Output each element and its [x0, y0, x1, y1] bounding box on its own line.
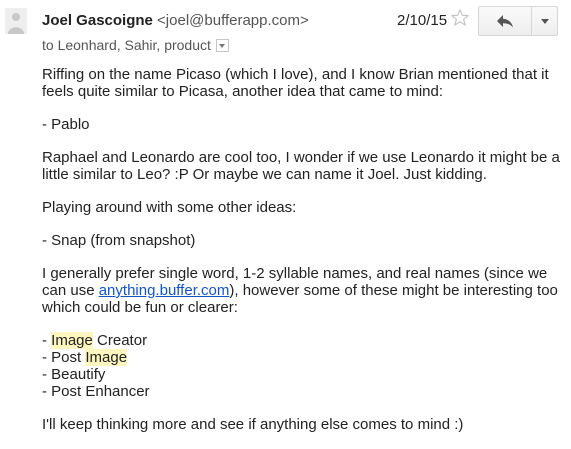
anything-buffer-link[interactable]: anything.buffer.com — [99, 282, 230, 299]
paragraph-intro: Riffing on the name Picaso (which I love… — [42, 66, 549, 100]
avatar — [5, 8, 27, 34]
message-date: 2/10/15 — [397, 12, 448, 29]
paragraph-pablo: - Pablo — [42, 116, 90, 133]
highlighted-term: Image — [85, 349, 128, 366]
message-body: Riffing on the name Picaso (which I love… — [42, 66, 562, 449]
paragraph-preference: I generally prefer single word, 1-2 syll… — [42, 265, 562, 316]
chevron-down-icon — [540, 18, 549, 24]
paragraph-closing: I'll keep thinking more and see if anyth… — [42, 416, 464, 433]
list-item: - Post Image — [42, 349, 128, 366]
recipients-dropdown-icon[interactable] — [215, 38, 229, 52]
reply-button[interactable] — [479, 7, 532, 35]
recipients-text: to Leonhard, Sahir, product — [42, 37, 211, 53]
sender-name[interactable]: Joel Gascoigne — [42, 12, 153, 29]
paragraph-raphael: Raphael and Leonardo are cool too, I won… — [42, 149, 560, 183]
highlighted-term: Image — [51, 332, 93, 349]
sender-email: <joel@bufferapp.com> — [157, 12, 309, 29]
list-item: - Post Enhancer — [42, 383, 150, 400]
sender[interactable]: Joel Gascoigne <joel@bufferapp.com> — [42, 12, 309, 29]
paragraph-snap: - Snap (from snapshot) — [42, 232, 196, 249]
reply-icon — [497, 15, 513, 28]
avatar-placeholder-icon — [5, 8, 27, 34]
message-actions — [478, 6, 558, 36]
star-icon — [451, 9, 469, 26]
star-button[interactable] — [450, 8, 470, 28]
paragraph-ideas: Playing around with some other ideas: — [42, 199, 297, 216]
more-options-button[interactable] — [532, 7, 557, 35]
recipients-line: to Leonhard, Sahir, product — [42, 37, 229, 53]
name-ideas-list: - Image Creator - Post Image - Beautify … — [42, 332, 562, 400]
list-item: - Image Creator — [42, 332, 148, 349]
list-item: - Beautify — [42, 366, 106, 383]
